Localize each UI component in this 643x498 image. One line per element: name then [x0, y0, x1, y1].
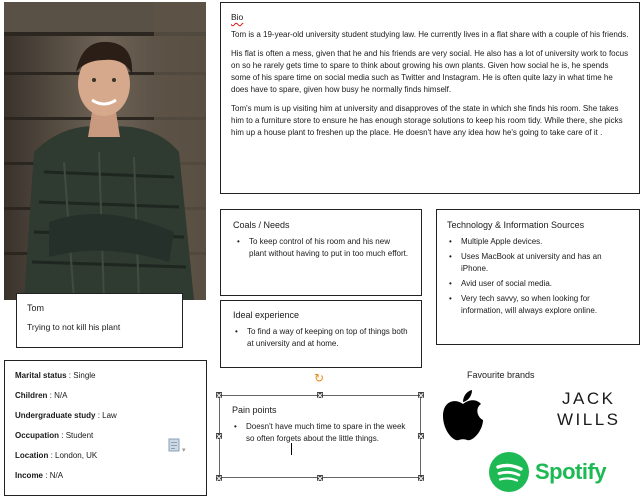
bio-paragraph: Tom's mum is up visiting him at universi… [231, 104, 623, 137]
ideal-list: To find a way of keeping on top of thing… [233, 326, 409, 350]
persona-tagline: Trying to not kill his plant [27, 322, 121, 332]
paste-options-icon[interactable]: ▾ [168, 438, 186, 455]
text-cursor [291, 443, 292, 455]
favourite-brands-heading: Favourite brands [467, 370, 535, 380]
list-item: Avid user of social media. [449, 278, 629, 290]
bio-panel: Bio Tom is a 19-year-old university stud… [220, 2, 640, 194]
ideal-experience-panel: Ideal experience To find a way of keepin… [220, 300, 422, 368]
bio-heading: Bio [231, 12, 244, 22]
persona-photo [4, 2, 206, 300]
list-item: Uses MacBook at university and has an iP… [449, 251, 629, 275]
rotate-handle-icon[interactable]: ↻ [314, 372, 326, 384]
resize-handle[interactable] [216, 392, 222, 398]
resize-handle[interactable] [317, 475, 323, 481]
pain-list: Doesn't have much time to spare in the w… [232, 421, 408, 445]
coals-heading: Coals / Needs [233, 220, 290, 230]
bio-paragraph: Tom is a 19-year-old university student … [231, 30, 629, 39]
list-item: Multiple Apple devices. [449, 236, 629, 248]
spotify-wordmark: Spotify [535, 459, 607, 484]
jack-wills-logo: JACK WILLS [557, 389, 621, 429]
coals-list: To keep control of his room and his new … [233, 236, 409, 260]
fact-row: Children : N/A [15, 391, 68, 400]
pain-points-textbox[interactable]: Pain points Doesn't have much time to sp… [219, 395, 421, 478]
tech-list: Multiple Apple devices. Uses MacBook at … [447, 236, 629, 317]
resize-handle[interactable] [317, 392, 323, 398]
list-item: Doesn't have much time to spare in the w… [234, 421, 408, 445]
spotify-logo-icon [489, 452, 529, 492]
facts-panel: Marital status : Single Children : N/A U… [4, 360, 207, 496]
resize-handle[interactable] [418, 433, 424, 439]
tech-heading: Technology & Information Sources [447, 220, 585, 230]
ideal-heading: Ideal experience [233, 310, 300, 320]
resize-handle[interactable] [216, 475, 222, 481]
fact-row: Marital status : Single [15, 371, 96, 380]
list-item: To keep control of his room and his new … [237, 236, 409, 260]
fact-row: Undergraduate study : Law [15, 411, 117, 420]
resize-handle[interactable] [418, 475, 424, 481]
pain-heading: Pain points [232, 405, 277, 415]
persona-name: Tom [27, 303, 45, 313]
technology-panel: Technology & Information Sources Multipl… [436, 209, 640, 345]
spotify-logo: Spotify [489, 452, 607, 492]
bio-paragraph: His flat is often a mess, given that he … [231, 49, 629, 94]
resize-handle[interactable] [216, 433, 222, 439]
fact-row: Income : N/A [15, 471, 64, 480]
list-item: To find a way of keeping on top of thing… [235, 326, 409, 350]
resize-handle[interactable] [418, 392, 424, 398]
apple-logo-icon [441, 390, 485, 447]
coals-needs-panel: Coals / Needs To keep control of his roo… [220, 209, 422, 296]
list-item: Very tech savvy, so when looking for inf… [449, 293, 629, 317]
persona-name-card: Tom Trying to not kill his plant [16, 293, 183, 348]
